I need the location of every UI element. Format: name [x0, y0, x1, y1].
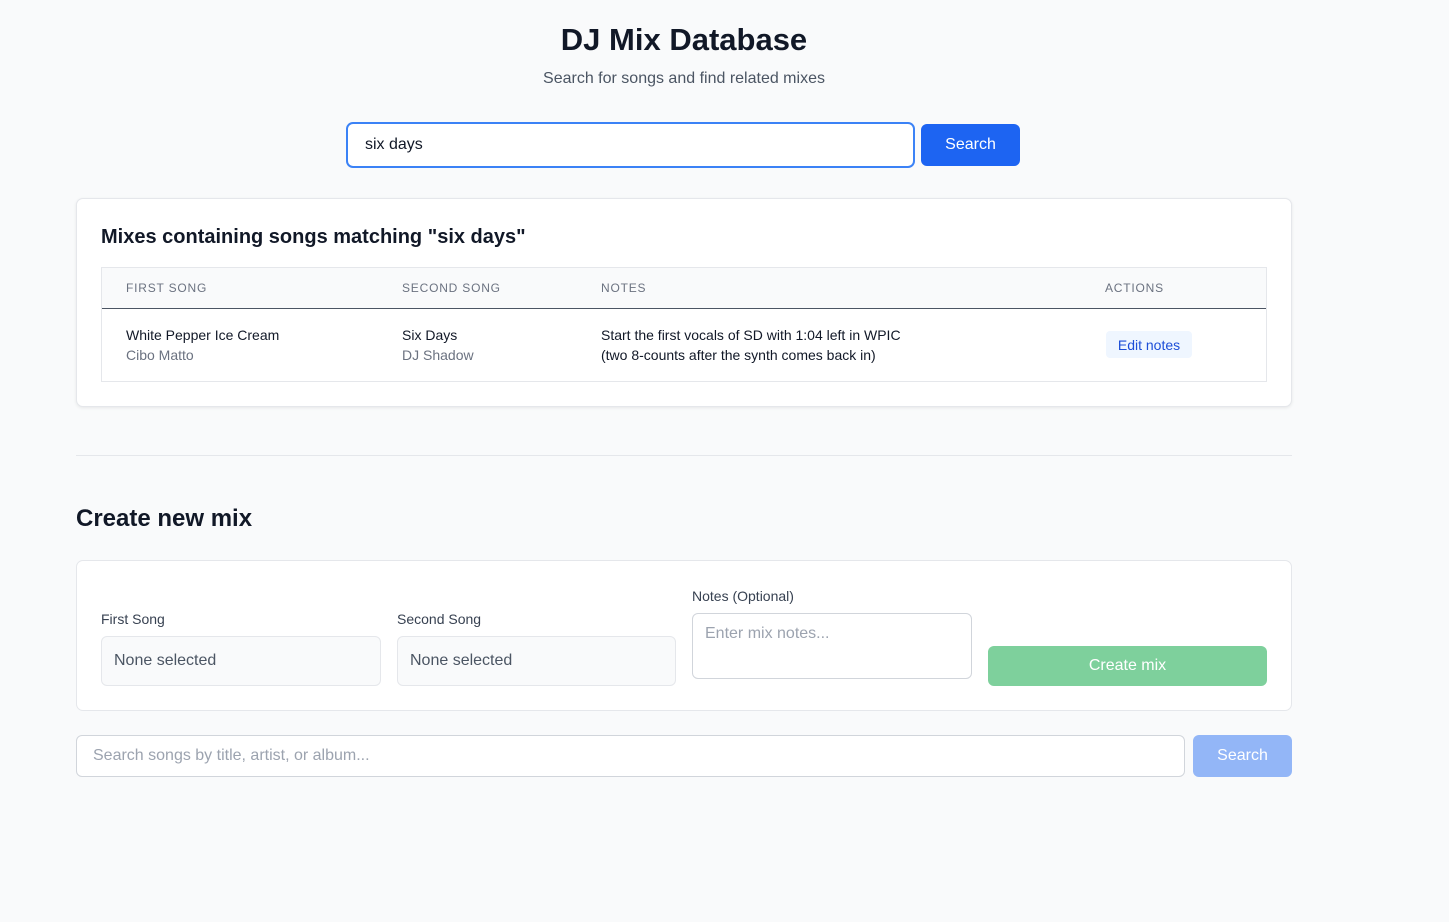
mix-notes-line-1: Start the first vocals of SD with 1:04 l…: [601, 327, 901, 343]
create-mix-heading: Create new mix: [76, 505, 253, 532]
first-song-select[interactable]: None selected: [101, 636, 381, 686]
second-song-title: Six Days: [402, 327, 458, 343]
first-song-title: White Pepper Ice Cream: [126, 327, 280, 343]
page-subtitle: Search for songs and find related mixes: [543, 70, 825, 87]
column-header-second-song: SECOND SONG: [402, 281, 501, 295]
first-song-artist: Cibo Matto: [126, 347, 194, 363]
second-song-select[interactable]: None selected: [397, 636, 676, 686]
create-mix-form: First Song None selected Second Song Non…: [76, 560, 1292, 711]
song-search-button[interactable]: Search: [1193, 735, 1292, 777]
section-divider: [76, 455, 1292, 456]
notes-label: Notes (Optional): [692, 588, 794, 604]
mix-notes-textarea[interactable]: [692, 613, 972, 679]
second-song-artist: DJ Shadow: [402, 347, 474, 363]
table-header: FIRST SONG SECOND SONG NOTES ACTIONS: [102, 268, 1266, 309]
mix-search-input[interactable]: [346, 122, 915, 168]
column-header-notes: NOTES: [601, 281, 647, 295]
create-mix-button[interactable]: Create mix: [988, 646, 1267, 686]
results-heading: Mixes containing songs matching "six day…: [101, 226, 526, 248]
second-song-label: Second Song: [397, 611, 482, 627]
results-table: FIRST SONG SECOND SONG NOTES ACTIONS Whi…: [101, 267, 1267, 382]
first-song-label: First Song: [101, 611, 165, 627]
results-card: Mixes containing songs matching "six day…: [76, 198, 1292, 407]
song-search-input[interactable]: [76, 735, 1185, 777]
mix-search-button[interactable]: Search: [921, 124, 1020, 166]
mix-notes-line-2: (two 8-counts after the synth comes back…: [601, 347, 876, 363]
column-header-first-song: FIRST SONG: [126, 281, 208, 295]
edit-notes-button[interactable]: Edit notes: [1106, 331, 1192, 358]
page-title: DJ Mix Database: [560, 22, 808, 57]
column-header-actions: ACTIONS: [1105, 281, 1164, 295]
